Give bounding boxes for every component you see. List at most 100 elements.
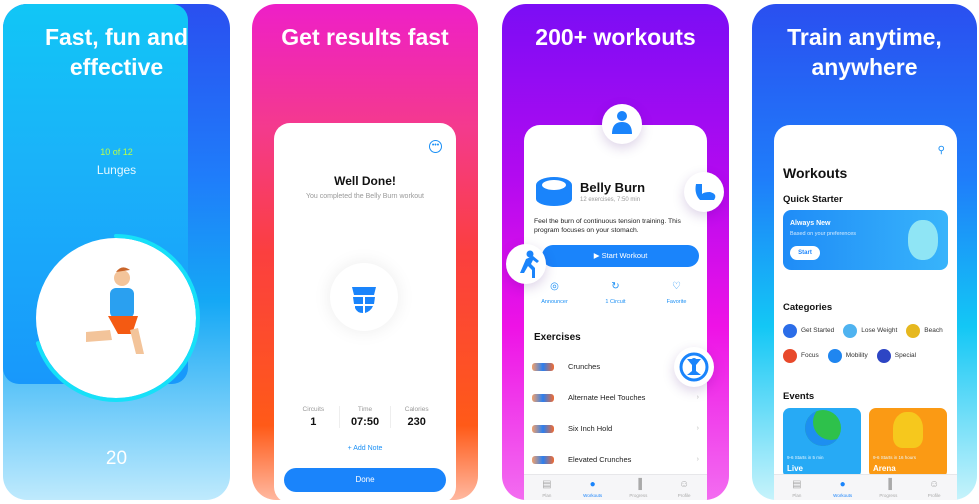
category-label: Mobility <box>845 352 868 359</box>
category-special[interactable]: Special <box>876 348 917 363</box>
well-done-card: ••• Well Done! You completed the Belly B… <box>274 123 456 500</box>
category-label: Focus <box>801 352 819 359</box>
tab-bar: ▤ Plan ● Workouts ▐ Progress ☺ Profile <box>774 474 957 500</box>
abs-icon <box>352 287 376 313</box>
workout-title: Belly Burn <box>580 180 646 195</box>
workout-actions: ◎ Announcer ↻ 1 Circuit ♡ Favorite <box>524 281 707 305</box>
event-schedule: 9-6 Starts in 16 hours <box>873 455 917 460</box>
quick-start-button[interactable]: Start <box>790 246 820 260</box>
repeat-icon: ↻ <box>611 281 620 292</box>
tab-progress[interactable]: ▐ Progress <box>866 475 912 500</box>
start-workout-button[interactable]: ▶ Start Workout <box>542 245 699 267</box>
target-icon <box>783 348 797 363</box>
stat-value: 07:50 <box>350 416 380 428</box>
chevron-right-icon: › <box>696 394 699 401</box>
circuit-button[interactable]: ↻ 1 Circuit <box>585 281 646 305</box>
exercise-name: Alternate Heel Touches <box>568 393 646 402</box>
mobility-icon <box>827 348 842 363</box>
exercise-reps: 20 <box>105 448 128 469</box>
quick-starter-heading: Quick Starter <box>783 194 843 205</box>
well-done-title: Well Done! <box>334 174 396 188</box>
tab-plan[interactable]: ▤ Plan <box>524 475 570 500</box>
bar-chart-icon: ▐ <box>884 479 892 490</box>
tab-workouts[interactable]: ● Workouts <box>570 475 616 500</box>
workout-stats: Circuits 1 Time 07:50 Calories 230 <box>288 406 442 428</box>
event-schedule: 9-6 Starts in 5 min <box>787 455 824 460</box>
exercise-row[interactable]: Six Inch Hold › <box>532 413 699 444</box>
events-heading: Events <box>783 391 815 402</box>
event-name: Arena <box>873 464 896 473</box>
stat-calories: Calories 230 <box>391 406 442 428</box>
workout-meta: 12 exercises, 7:50 min <box>580 197 641 203</box>
flexed-arm-icon <box>695 184 716 200</box>
add-note-link[interactable]: + Add Note <box>274 445 456 452</box>
event-card-arena[interactable]: 9-6 Starts in 16 hours Arena <box>869 408 947 478</box>
category-beach[interactable]: Beach <box>906 323 943 338</box>
stretching-person-icon <box>679 352 709 382</box>
done-button[interactable]: Done <box>284 468 446 492</box>
chevron-right-icon: › <box>696 456 699 463</box>
category-label: Lose Weight <box>861 327 898 334</box>
stopwatch-icon: ● <box>839 479 846 490</box>
panel-headline: Fast, fun and effective <box>44 24 189 80</box>
quick-starter-card-title: Always New <box>790 220 831 227</box>
category-focus[interactable]: Focus <box>783 348 819 363</box>
exercise-name: Six Inch Hold <box>568 424 613 433</box>
category-get-started[interactable]: Get Started <box>783 323 834 338</box>
exercise-counter: 10 of 12 <box>100 147 133 157</box>
tab-workouts[interactable]: ● Workouts <box>820 475 866 500</box>
running-person-icon <box>520 250 539 278</box>
action-label: 1 Circuit <box>605 299 626 305</box>
tab-label: Progress <box>879 493 898 498</box>
stat-circuits: Circuits 1 <box>288 406 340 428</box>
globe-icon <box>805 410 841 446</box>
workout-detail-card: Belly Burn 12 exercises, 7:50 min Feel t… <box>524 125 707 500</box>
category-label: Special <box>894 352 917 359</box>
stat-value: 1 <box>310 416 317 428</box>
person-icon: ☺ <box>679 479 690 490</box>
screenshot-panel-train-anytime: Train anytime, anywhere ⚲ Workouts Quick… <box>752 4 977 500</box>
rocket-icon <box>783 323 797 338</box>
exercise-thumbnail <box>532 362 554 371</box>
heart-icon: ♡ <box>672 281 681 292</box>
tab-label: Profile <box>677 493 691 498</box>
upper-body-icon <box>612 111 632 134</box>
category-lose-weight[interactable]: Lose Weight <box>843 323 898 338</box>
categories-grid: Get Started Lose Weight Beach Focus Mobi… <box>783 318 973 368</box>
action-label: Favorite <box>666 299 687 305</box>
exercise-name: Lunges <box>96 163 137 177</box>
exercise-progress-ring <box>32 234 200 402</box>
panel-headline: 200+ workouts <box>535 24 696 50</box>
search-icon[interactable]: ⚲ <box>938 145 945 156</box>
stretch-badge <box>674 347 714 387</box>
scale-icon <box>843 323 858 338</box>
stopwatch-icon: ● <box>589 479 596 490</box>
stat-value: 230 <box>407 416 426 428</box>
tab-bar: ▤ Plan ● Workouts ▐ Progress ☺ Profile <box>524 474 707 500</box>
quick-starter-card[interactable]: Always New Based on your preferences Sta… <box>783 210 948 270</box>
exercise-row[interactable]: Elevated Crunches › <box>532 444 699 475</box>
tab-progress[interactable]: ▐ Progress <box>616 475 662 500</box>
tab-label: Plan <box>542 493 552 498</box>
upper-body-badge <box>602 104 642 144</box>
exercise-name: Elevated Crunches <box>568 455 632 464</box>
well-done-subtitle: You completed the Belly Burn workout <box>305 193 425 200</box>
tab-label: Workouts <box>833 493 853 498</box>
tab-profile[interactable]: ☺ Profile <box>661 475 707 500</box>
mascot-icon <box>908 220 938 260</box>
tab-label: Progress <box>629 493 648 498</box>
exercise-thumbnail <box>532 455 554 464</box>
panel-headline: Get results fast <box>281 24 449 50</box>
stat-time: Time 07:50 <box>340 406 392 428</box>
category-mobility[interactable]: Mobility <box>827 348 868 363</box>
tab-label: Profile <box>927 493 941 498</box>
event-card-live[interactable]: 9-6 Starts in 5 min Live <box>783 408 861 478</box>
announcer-button[interactable]: ◎ Announcer <box>524 281 585 305</box>
tab-plan[interactable]: ▤ Plan <box>774 475 820 500</box>
abs-badge <box>330 263 398 331</box>
more-dots-icon[interactable]: ••• <box>429 140 442 153</box>
tab-profile[interactable]: ☺ Profile <box>911 475 957 500</box>
exercises-heading: Exercises <box>534 332 581 343</box>
screenshot-panel-results: Get results fast ••• Well Done! You comp… <box>252 4 478 500</box>
favorite-button[interactable]: ♡ Favorite <box>646 281 707 305</box>
